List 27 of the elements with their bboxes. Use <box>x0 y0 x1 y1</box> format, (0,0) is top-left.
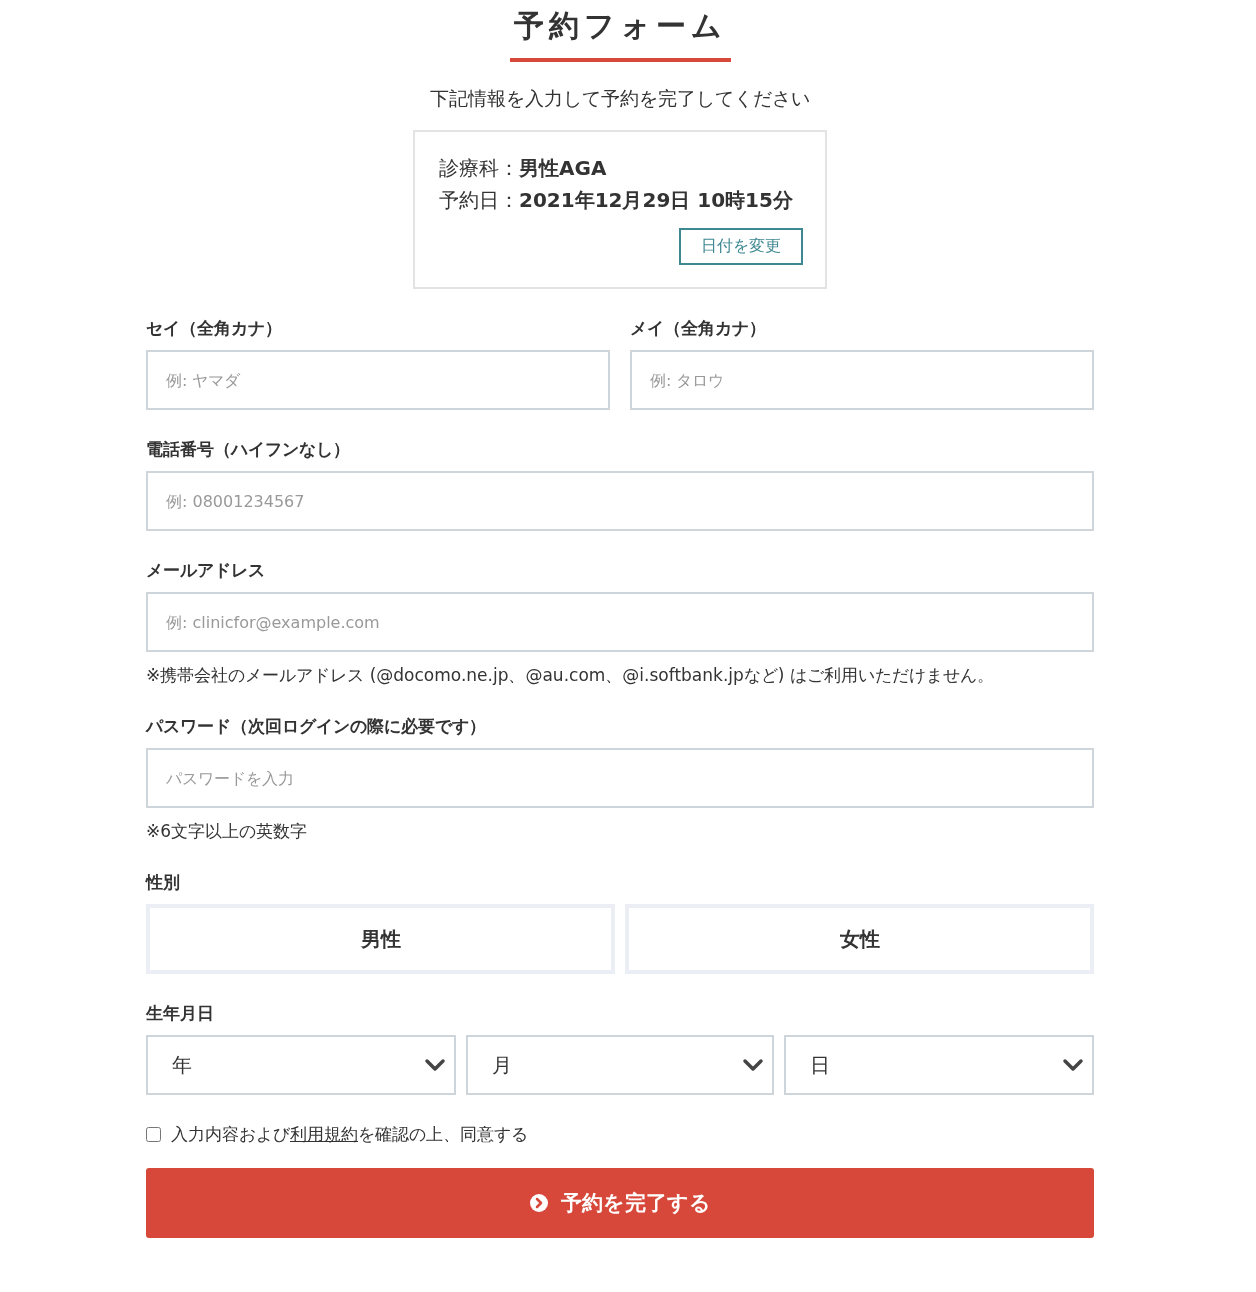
field-label: セイ（全角カナ） <box>146 317 283 340</box>
form-subtitle: 下記情報を入力して予約を完了してください <box>430 86 810 111</box>
input-field[interactable]: パスワードを入力 <box>146 748 1094 808</box>
select-field[interactable]: 年 <box>146 1035 456 1095</box>
field-label: 性別 <box>146 871 181 894</box>
field-label: 生年月日 <box>146 1002 215 1025</box>
agree-text: 入力内容および利用規約を確認の上、同意する <box>171 1123 528 1146</box>
summary-line: 診療科：男性AGA <box>439 155 608 182</box>
input-field[interactable]: 例: タロウ <box>630 350 1094 410</box>
input-field[interactable]: 例: clinicfor@example.com <box>146 592 1094 652</box>
input-field[interactable]: 例: 08001234567 <box>146 471 1094 531</box>
input-field[interactable]: 例: ヤマダ <box>146 350 610 410</box>
submit-button[interactable]: 予約を完了する <box>146 1168 1094 1238</box>
select-field[interactable]: 日 <box>784 1035 1094 1095</box>
summary-line: 予約日：2021年12月29日 10時15分 <box>439 187 794 214</box>
terms-link[interactable]: 利用規約 <box>290 1124 358 1144</box>
field-label: 電話番号（ハイフンなし） <box>146 438 351 461</box>
field-label: メールアドレス <box>146 559 266 582</box>
change-date-button[interactable]: 日付を変更 <box>679 228 803 265</box>
field-note: ※携帯会社のメールアドレス (@docomo.ne.jp、@au.com、@i.softbank.jpなど) はご利用いただけません。 <box>146 664 995 687</box>
select-field[interactable]: 月 <box>466 1035 774 1095</box>
gender-option[interactable]: 男性 <box>146 904 615 974</box>
field-label: パスワード（次回ログインの際に必要です） <box>146 715 487 738</box>
field-note: ※6文字以上の英数字 <box>146 820 309 843</box>
form-title: 予約フォーム <box>509 6 731 62</box>
gender-option[interactable]: 女性 <box>625 904 1094 974</box>
field-label: メイ（全角カナ） <box>630 317 767 340</box>
